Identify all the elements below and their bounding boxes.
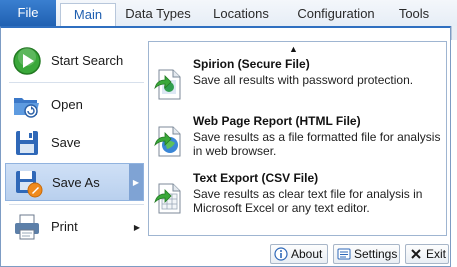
start-search-label: Start Search (51, 53, 124, 68)
printer-icon (11, 211, 43, 243)
ribbon-edge (451, 26, 457, 40)
settings-label: Settings (354, 247, 398, 261)
open-folder-icon (11, 89, 43, 121)
print-item[interactable]: Print ▶ (5, 208, 144, 246)
save-as-item[interactable]: Save As ▶ (5, 163, 144, 201)
print-label: Print (51, 219, 78, 234)
html-file-icon (153, 123, 185, 159)
html-report-title: Web Page Report (HTML File) (193, 114, 361, 128)
submenu-arrow-icon: ▶ (133, 222, 141, 232)
floppy-disk-icon (11, 127, 43, 159)
file-menu-commands: Start Search Open Save Save As ▶ Print ▶ (5, 38, 144, 240)
menu-divider (9, 82, 144, 83)
tab-data-types[interactable]: Data Types (122, 3, 194, 26)
secure-file-title: Spirion (Secure File) (193, 57, 310, 71)
secure-file-icon (153, 66, 185, 102)
save-item[interactable]: Save (5, 124, 144, 162)
save-as-icon (12, 167, 44, 199)
menu-divider (9, 204, 144, 205)
settings-button[interactable]: Settings (333, 244, 400, 264)
about-button[interactable]: About (270, 244, 328, 264)
start-search-item[interactable]: Start Search (5, 42, 144, 80)
csv-file-icon (153, 180, 185, 216)
ribbon-tab-strip: File Main Data Types Locations Configura… (0, 0, 457, 27)
csv-export-title: Text Export (CSV File) (193, 171, 319, 185)
exit-button[interactable]: Exit (405, 244, 449, 264)
save-as-submenu: ▲ Spirion (Secure File) Save all results… (148, 41, 447, 236)
file-menu: Start Search Open Save Save As ▶ Print ▶… (0, 26, 451, 267)
html-report-description: Save results as a file formatted file fo… (193, 130, 441, 158)
save-as-label: Save As (52, 175, 100, 190)
about-label: About (291, 247, 323, 261)
exit-label: Exit (426, 247, 447, 261)
scroll-up-icon[interactable]: ▲ (289, 44, 298, 54)
csv-export-description: Save results as clear text file for anal… (193, 187, 423, 215)
save-csv-export-option[interactable]: Text Export (CSV File) Save results as c… (149, 168, 446, 226)
close-icon (409, 247, 423, 261)
secure-file-description: Save all results with password protectio… (193, 73, 414, 87)
info-icon (274, 247, 288, 261)
save-secure-file-option[interactable]: Spirion (Secure File) Save all results w… (149, 54, 446, 112)
save-html-report-option[interactable]: Web Page Report (HTML File) Save results… (149, 111, 446, 169)
open-label: Open (51, 97, 83, 112)
settings-icon (337, 247, 351, 261)
tab-main[interactable]: Main (60, 3, 116, 27)
tab-tools[interactable]: Tools (392, 3, 436, 26)
tab-locations[interactable]: Locations (206, 3, 276, 26)
play-icon (11, 45, 43, 77)
submenu-arrow-icon: ▶ (129, 164, 143, 200)
save-label: Save (51, 135, 81, 150)
file-tab[interactable]: File (0, 0, 56, 27)
tab-configuration[interactable]: Configuration (288, 3, 384, 26)
open-item[interactable]: Open (5, 86, 144, 124)
